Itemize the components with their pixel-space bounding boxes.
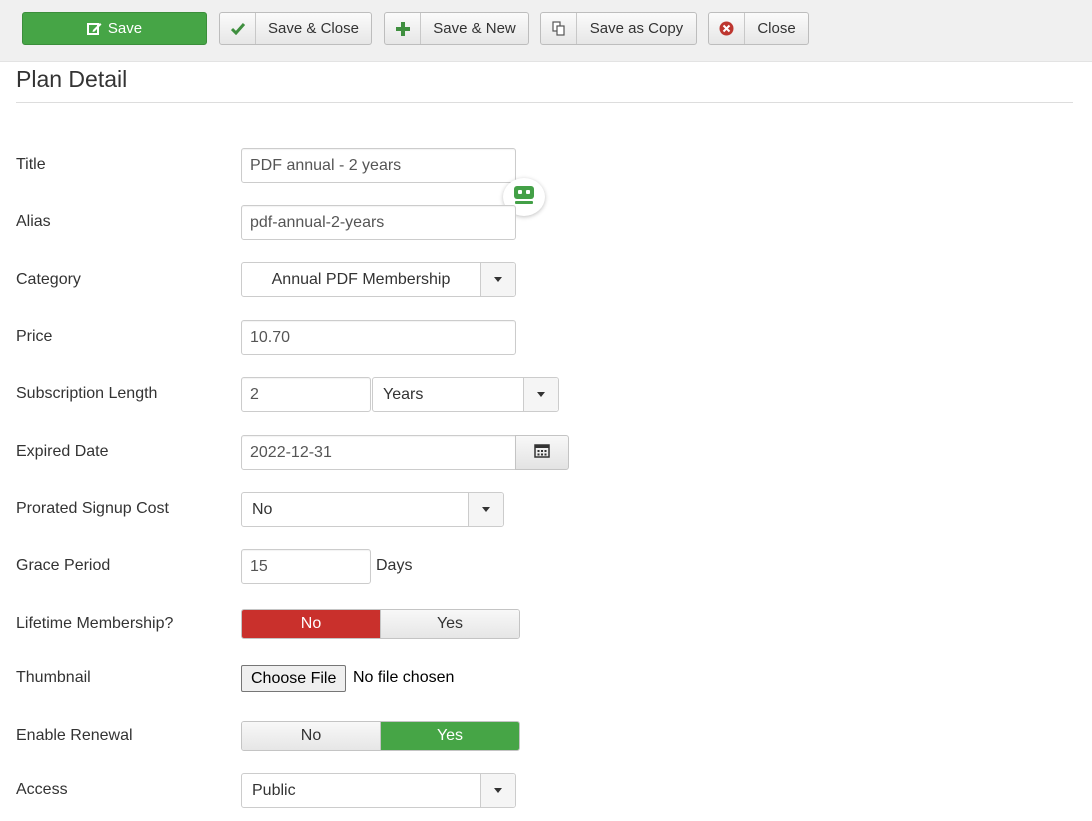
lifetime-no-option[interactable]: No: [242, 610, 380, 638]
expired-date-label: Expired Date: [16, 443, 109, 460]
toolbar: Save Save & Close Save & New Save as Cop…: [0, 0, 1092, 62]
plus-icon: [385, 13, 421, 44]
category-label: Category: [16, 271, 81, 288]
file-status: No file chosen: [353, 669, 455, 686]
subscription-length-label: Subscription Length: [16, 385, 158, 402]
access-label: Access: [16, 781, 68, 798]
category-value: Annual PDF Membership: [271, 270, 451, 288]
subscription-length-value: 2: [250, 385, 259, 403]
page-title: Plan Detail: [16, 66, 128, 92]
title-label: Title: [16, 156, 46, 173]
subscription-length-input[interactable]: 2: [241, 377, 371, 412]
save-as-copy-button[interactable]: Save as Copy: [540, 12, 697, 45]
subscription-unit-select[interactable]: Years: [372, 377, 559, 412]
price-label: Price: [16, 328, 53, 345]
save-new-button[interactable]: Save & New: [384, 12, 529, 45]
chevron-down-icon: [480, 263, 515, 296]
grace-period-unit: Days: [376, 557, 413, 574]
access-value: Public: [252, 781, 296, 799]
subscription-unit-value: Years: [383, 385, 424, 403]
chevron-down-icon: [480, 774, 515, 807]
grace-period-value: 15: [250, 557, 268, 575]
calendar-button[interactable]: [515, 435, 569, 470]
close-button[interactable]: Close: [708, 12, 809, 45]
prorated-signup-value: No: [252, 500, 273, 518]
alias-label: Alias: [16, 213, 51, 230]
price-input[interactable]: 10.70: [241, 320, 516, 355]
calendar-icon: [534, 443, 550, 463]
access-select[interactable]: Public: [241, 773, 516, 808]
lifetime-membership-label: Lifetime Membership?: [16, 615, 174, 632]
price-value: 10.70: [250, 328, 291, 346]
grace-period-label: Grace Period: [16, 557, 111, 574]
lifetime-yes-option[interactable]: Yes: [380, 610, 519, 638]
save-close-label: Save & Close: [268, 20, 359, 37]
enable-renewal-toggle: No Yes: [241, 721, 520, 751]
save-as-copy-label: Save as Copy: [589, 20, 684, 37]
alias-value: pdf-annual-2-years: [250, 213, 385, 231]
title-divider: [16, 102, 1073, 103]
renewal-yes-option[interactable]: Yes: [380, 722, 519, 750]
expired-date-input[interactable]: 2022-12-31: [241, 435, 516, 470]
edit-icon: [86, 22, 102, 36]
title-input[interactable]: PDF annual - 2 years: [241, 148, 516, 183]
chevron-down-icon: [523, 378, 558, 411]
title-value: PDF annual - 2 years: [250, 156, 402, 174]
save-close-button[interactable]: Save & Close: [219, 12, 372, 45]
save-button[interactable]: Save: [22, 12, 207, 45]
expired-date-value: 2022-12-31: [250, 443, 332, 461]
save-new-label: Save & New: [433, 20, 516, 37]
choose-file-button[interactable]: Choose File: [241, 665, 347, 692]
prorated-signup-select[interactable]: No: [241, 492, 504, 527]
check-icon: [220, 13, 256, 44]
thumbnail-label: Thumbnail: [16, 669, 91, 686]
close-label: Close: [757, 20, 796, 37]
roboform-icon: [514, 185, 534, 209]
renewal-no-option[interactable]: No: [242, 722, 380, 750]
category-select[interactable]: Annual PDF Membership: [241, 262, 516, 297]
lifetime-membership-toggle: No Yes: [241, 609, 520, 639]
enable-renewal-label: Enable Renewal: [16, 727, 133, 744]
save-label: Save: [107, 20, 143, 37]
alias-input[interactable]: pdf-annual-2-years: [241, 205, 516, 240]
grace-period-input[interactable]: 15: [241, 549, 371, 584]
chevron-down-icon: [468, 493, 503, 526]
copy-icon: [541, 13, 577, 44]
prorated-signup-label: Prorated Signup Cost: [16, 500, 169, 517]
close-circle-icon: [709, 13, 745, 44]
